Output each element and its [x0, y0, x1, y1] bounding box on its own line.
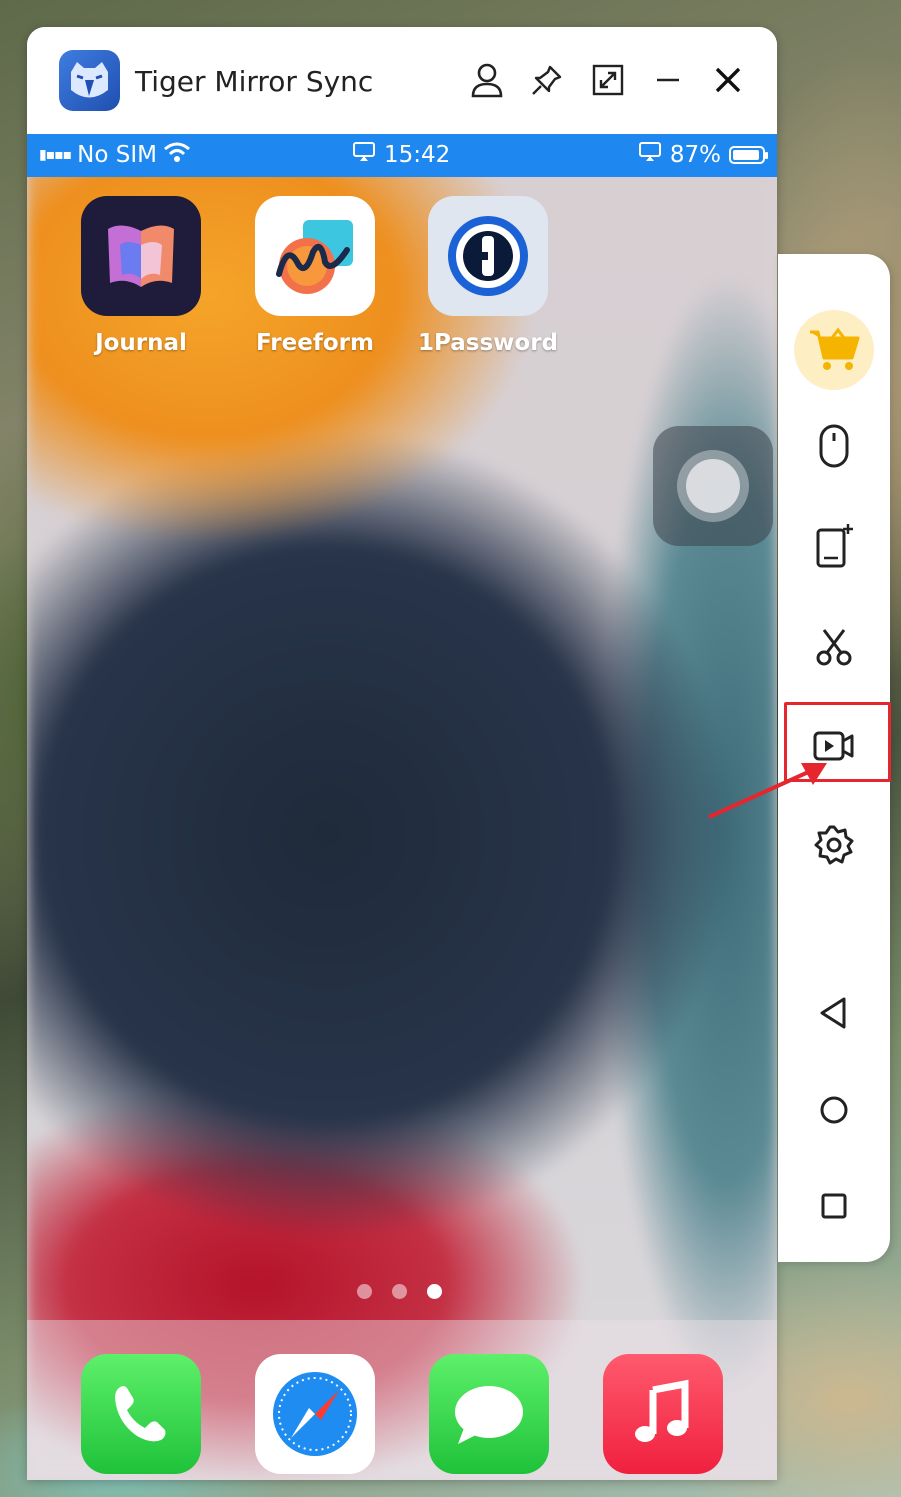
phone-icon[interactable] [81, 1354, 201, 1474]
pointer-arrow [708, 763, 827, 819]
scissors-icon[interactable] [804, 616, 864, 676]
journal-icon [81, 196, 201, 316]
app-journal[interactable]: Journal [66, 196, 216, 356]
app-label: 1Password [418, 330, 558, 356]
pin-icon[interactable] [527, 60, 567, 100]
back-icon[interactable] [804, 983, 864, 1043]
app-freeform[interactable]: Freeform [240, 196, 390, 356]
page-dot-active[interactable] [427, 1284, 442, 1299]
signal-icon: ▮▪▪▪ [39, 147, 72, 163]
dock [27, 1320, 777, 1480]
close-icon[interactable] [708, 60, 748, 100]
page-dot[interactable] [357, 1284, 372, 1299]
app-label: Journal [95, 330, 187, 356]
app-1password[interactable]: 1Password [413, 196, 563, 356]
status-bar: ▮▪▪▪ No SIM 15:42 87% [27, 134, 777, 177]
battery-icon [729, 146, 768, 164]
tiger-logo-icon [59, 50, 120, 111]
freeform-icon [255, 196, 375, 316]
mouse-icon[interactable] [804, 416, 864, 476]
device-add-icon[interactable] [804, 516, 864, 576]
time-text: 15:42 [384, 142, 451, 168]
messages-icon[interactable] [429, 1354, 549, 1474]
carrier-text: No SIM [77, 142, 157, 168]
account-icon[interactable] [467, 60, 507, 100]
app-label: Freeform [256, 330, 374, 356]
assistive-touch-button[interactable] [653, 426, 773, 546]
page-dot[interactable] [392, 1284, 407, 1299]
onepassword-icon [428, 196, 548, 316]
title-bar[interactable]: Tiger Mirror Sync [27, 27, 777, 134]
safari-icon[interactable] [255, 1354, 375, 1474]
expand-icon[interactable] [588, 60, 628, 100]
page-indicator[interactable] [357, 1284, 442, 1299]
cart-icon[interactable] [794, 310, 874, 390]
home-icon[interactable] [804, 1080, 864, 1140]
airplay-icon [638, 141, 662, 169]
battery-percent: 87% [669, 142, 721, 168]
recent-apps-icon[interactable] [804, 1176, 864, 1236]
app-title: Tiger Mirror Sync [135, 65, 374, 98]
mirror-window: Tiger Mirror Sync ▮▪▪▪ No SIM 15:42 87% … [27, 27, 777, 1480]
music-icon[interactable] [603, 1354, 723, 1474]
phone-screen[interactable]: ▮▪▪▪ No SIM 15:42 87% Journal Freeform 1… [27, 134, 777, 1480]
screen-mirror-icon [352, 141, 376, 169]
wifi-icon [163, 141, 191, 169]
minimize-icon[interactable] [648, 60, 688, 100]
